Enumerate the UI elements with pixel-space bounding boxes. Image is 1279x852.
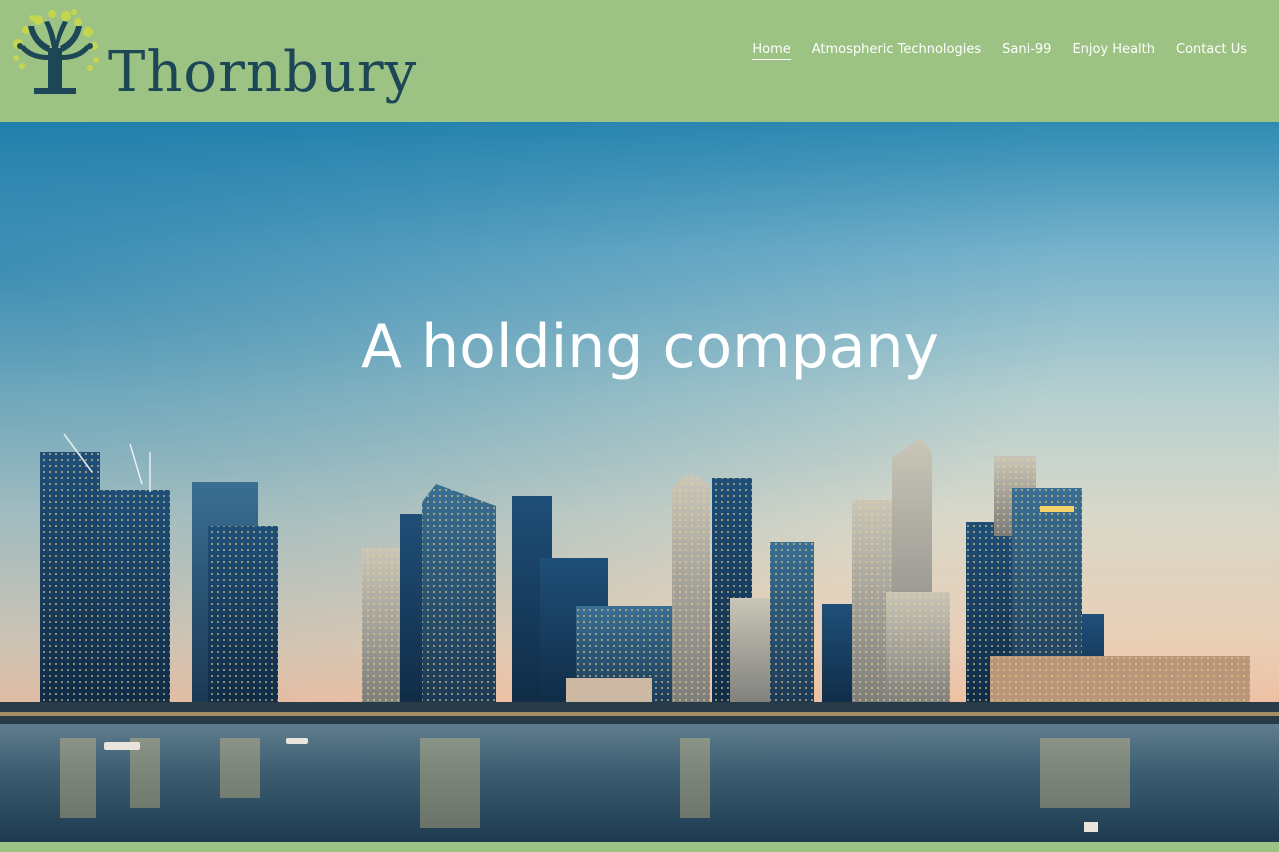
nav-item-atmospheric-technologies[interactable]: Atmospheric Technologies [812,41,981,59]
main-nav: Home Atmospheric Technologies Sani-99 En… [752,40,1247,60]
nav-item-home[interactable]: Home [752,41,791,60]
footer-strip [0,842,1279,852]
hero-banner: A holding company [0,122,1279,842]
site-header: Thornbury Home Atmospheric Technologies … [0,0,1279,122]
nav-item-enjoy-health[interactable]: Enjoy Health [1072,41,1155,59]
logo-link[interactable]: Thornbury [8,8,416,112]
brand-wordmark: Thornbury [108,40,418,105]
nav-item-contact-us[interactable]: Contact Us [1176,41,1247,59]
tree-icon [13,9,99,94]
hero-title: A holding company [361,312,939,382]
nav-item-sani-99[interactable]: Sani-99 [1002,41,1051,59]
skyline-image [0,433,1279,842]
